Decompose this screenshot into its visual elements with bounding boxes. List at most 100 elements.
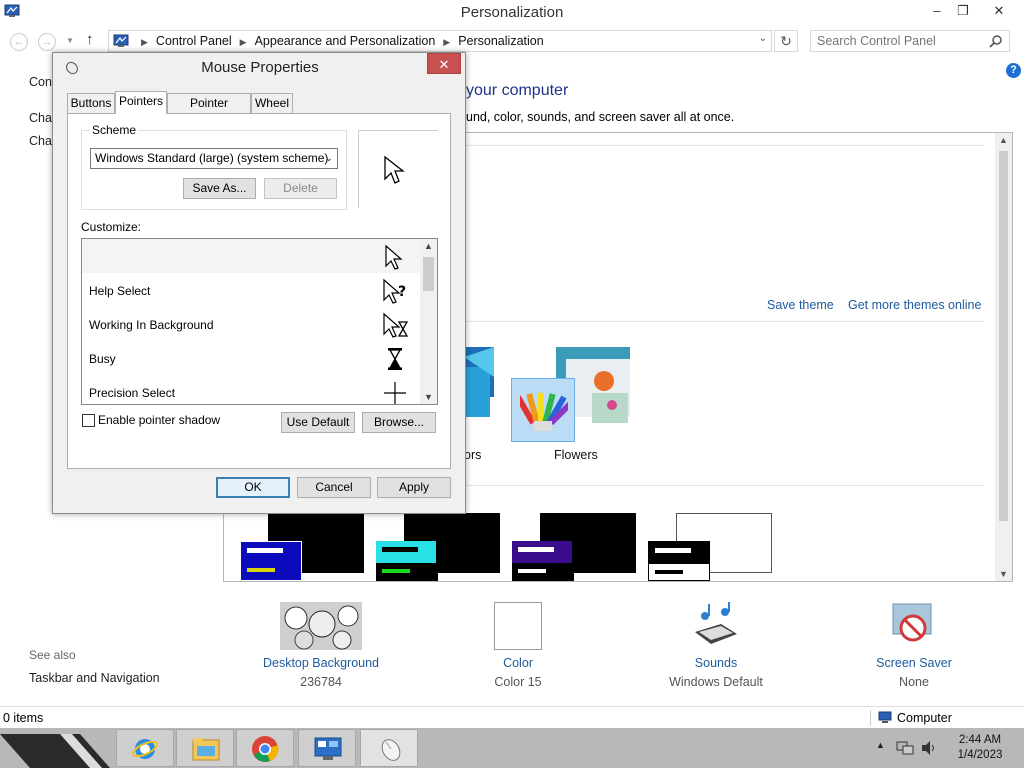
scroll-up-icon[interactable]: ▲ [995,135,1012,145]
pointer-list-scrollbar[interactable]: ▲ ▼ [420,239,437,404]
apply-button[interactable]: Apply [377,477,451,498]
up-button[interactable]: ↑ [86,31,94,48]
theme-label[interactable]: ors [464,448,481,462]
tab-pointers[interactable]: Pointers [115,91,167,114]
screen-saver-setting[interactable]: Screen Saver None [834,602,994,689]
scroll-down-icon[interactable]: ▼ [995,569,1012,579]
selected-theme-tile[interactable] [511,378,575,442]
tab-wheel[interactable]: Wheel [251,93,293,113]
scheme-label: Scheme [90,123,139,137]
list-item[interactable]: Busy [82,341,422,375]
breadcrumb-appearance[interactable]: Appearance and Personalization [255,34,436,48]
color-setting[interactable]: Color Color 15 [438,602,598,689]
page-description: und, color, sounds, and screen saver all… [466,110,735,124]
high-contrast-bar [655,548,691,553]
tab-pointer-options[interactable]: Pointer Options [167,93,251,128]
dialog-close-button[interactable]: ✕ [427,53,461,74]
folder-icon [192,738,220,761]
sounds-setting[interactable]: Sounds Windows Default [636,602,796,689]
help-icon[interactable]: ? [1006,63,1021,78]
start-button[interactable] [0,728,120,768]
enable-pointer-shadow-label[interactable]: Enable pointer shadow [98,413,220,427]
volume-icon[interactable] [920,740,938,756]
maximize-button[interactable]: ❐ [950,0,976,22]
page-title: your computer [466,82,569,99]
scrollbar-thumb[interactable] [999,151,1008,521]
desktop-background-link[interactable]: Desktop Background [241,656,401,670]
arrow-cursor-icon [385,244,403,270]
save-theme-link[interactable]: Save theme [767,298,834,312]
pointer-list[interactable]: Help Select ? Working In Background Busy [81,238,438,405]
themes-scrollbar[interactable]: ▲ ▼ [995,133,1012,581]
clock-time: 2:44 AM [958,734,1002,746]
list-item[interactable] [82,239,422,273]
scrollbar-thumb[interactable] [423,257,434,291]
pointer-label: Precision Select [89,386,176,400]
breadcrumb-control-panel[interactable]: Control Panel [156,34,232,48]
search-input[interactable] [811,31,987,51]
scheme-select[interactable]: Windows Standard (large) (system scheme)… [90,148,338,169]
use-default-button[interactable]: Use Default [281,412,355,433]
delete-button[interactable]: Delete [264,178,337,199]
address-dropdown-button[interactable]: ⌄ [759,33,767,44]
control-panel-icon [113,34,129,47]
screen-saver-link[interactable]: Screen Saver [834,656,994,670]
taskbar-internet-explorer[interactable] [116,729,174,767]
color-link[interactable]: Color [438,656,598,670]
high-contrast-1-window [240,541,302,581]
pointer-label: Busy [89,352,116,366]
high-contrast-bar [655,570,683,574]
ok-button[interactable]: OK [216,477,290,498]
forward-button[interactable]: → [38,33,56,51]
status-bar: 0 items Computer [0,706,1024,728]
taskbar-mouse-properties[interactable] [360,729,418,767]
enable-pointer-shadow-checkbox[interactable] [82,414,95,427]
list-item[interactable]: Help Select ? [82,273,422,307]
system-clock[interactable]: 2:44 AM 1/4/2023 [950,733,1010,763]
chevron-right-icon[interactable]: ▶ [443,37,450,47]
chevron-right-icon[interactable]: ▶ [141,37,148,47]
theme-label-flowers[interactable]: Flowers [554,448,598,462]
show-hidden-icons[interactable]: ▲ [876,740,885,750]
chevron-down-icon[interactable]: ⌄ [325,149,333,168]
clock-date: 1/4/2023 [957,749,1003,761]
taskbar-chrome[interactable] [236,729,294,767]
taskbar-file-explorer[interactable] [176,729,234,767]
tab-buttons[interactable]: Buttons [67,93,115,113]
pointer-preview [358,130,438,208]
minimize-button[interactable]: – [922,0,952,22]
sounds-icon [695,602,737,644]
taskbar-and-navigation-link[interactable]: Taskbar and Navigation [29,671,160,685]
svg-text:?: ? [398,284,406,300]
search-icon[interactable] [989,34,1003,48]
theme-thumbnail-colors[interactable] [464,347,496,427]
list-item[interactable]: Precision Select [82,375,422,404]
back-button[interactable]: ← [10,33,28,51]
chevron-right-icon[interactable]: ▶ [240,37,247,47]
high-contrast-bar [247,548,283,553]
close-button[interactable]: ✕ [976,0,1022,22]
sounds-link[interactable]: Sounds [636,656,796,670]
see-also-heading: See also [29,648,76,662]
scroll-down-icon[interactable]: ▼ [420,392,437,402]
network-icon[interactable] [896,740,914,756]
search-box[interactable] [810,30,1010,52]
scroll-up-icon[interactable]: ▲ [420,241,437,251]
address-bar[interactable]: ▶ Control Panel ▶ Appearance and Personaliz… [108,30,772,52]
get-more-themes-link[interactable]: Get more themes online [848,298,981,312]
chrome-icon [252,736,279,762]
mouse-icon [381,739,401,761]
customize-label: Customize: [81,220,142,234]
breadcrumb-personalization[interactable]: Personalization [458,34,543,48]
cancel-button[interactable]: Cancel [297,477,371,498]
desktop-background-setting[interactable]: Desktop Background 236784 [241,602,401,689]
pointers-panel: Scheme Windows Standard (large) (system … [67,113,451,469]
taskbar-control-panel[interactable] [298,729,356,767]
recent-locations-button[interactable]: ▼ [66,36,74,45]
save-as-button[interactable]: Save As... [183,178,256,199]
refresh-button[interactable]: ↻ [774,30,798,52]
list-item[interactable]: Working In Background [82,307,422,341]
browse-button[interactable]: Browse... [362,412,436,433]
high-contrast-bar [382,569,410,573]
busy-cursor-icon [388,348,402,370]
